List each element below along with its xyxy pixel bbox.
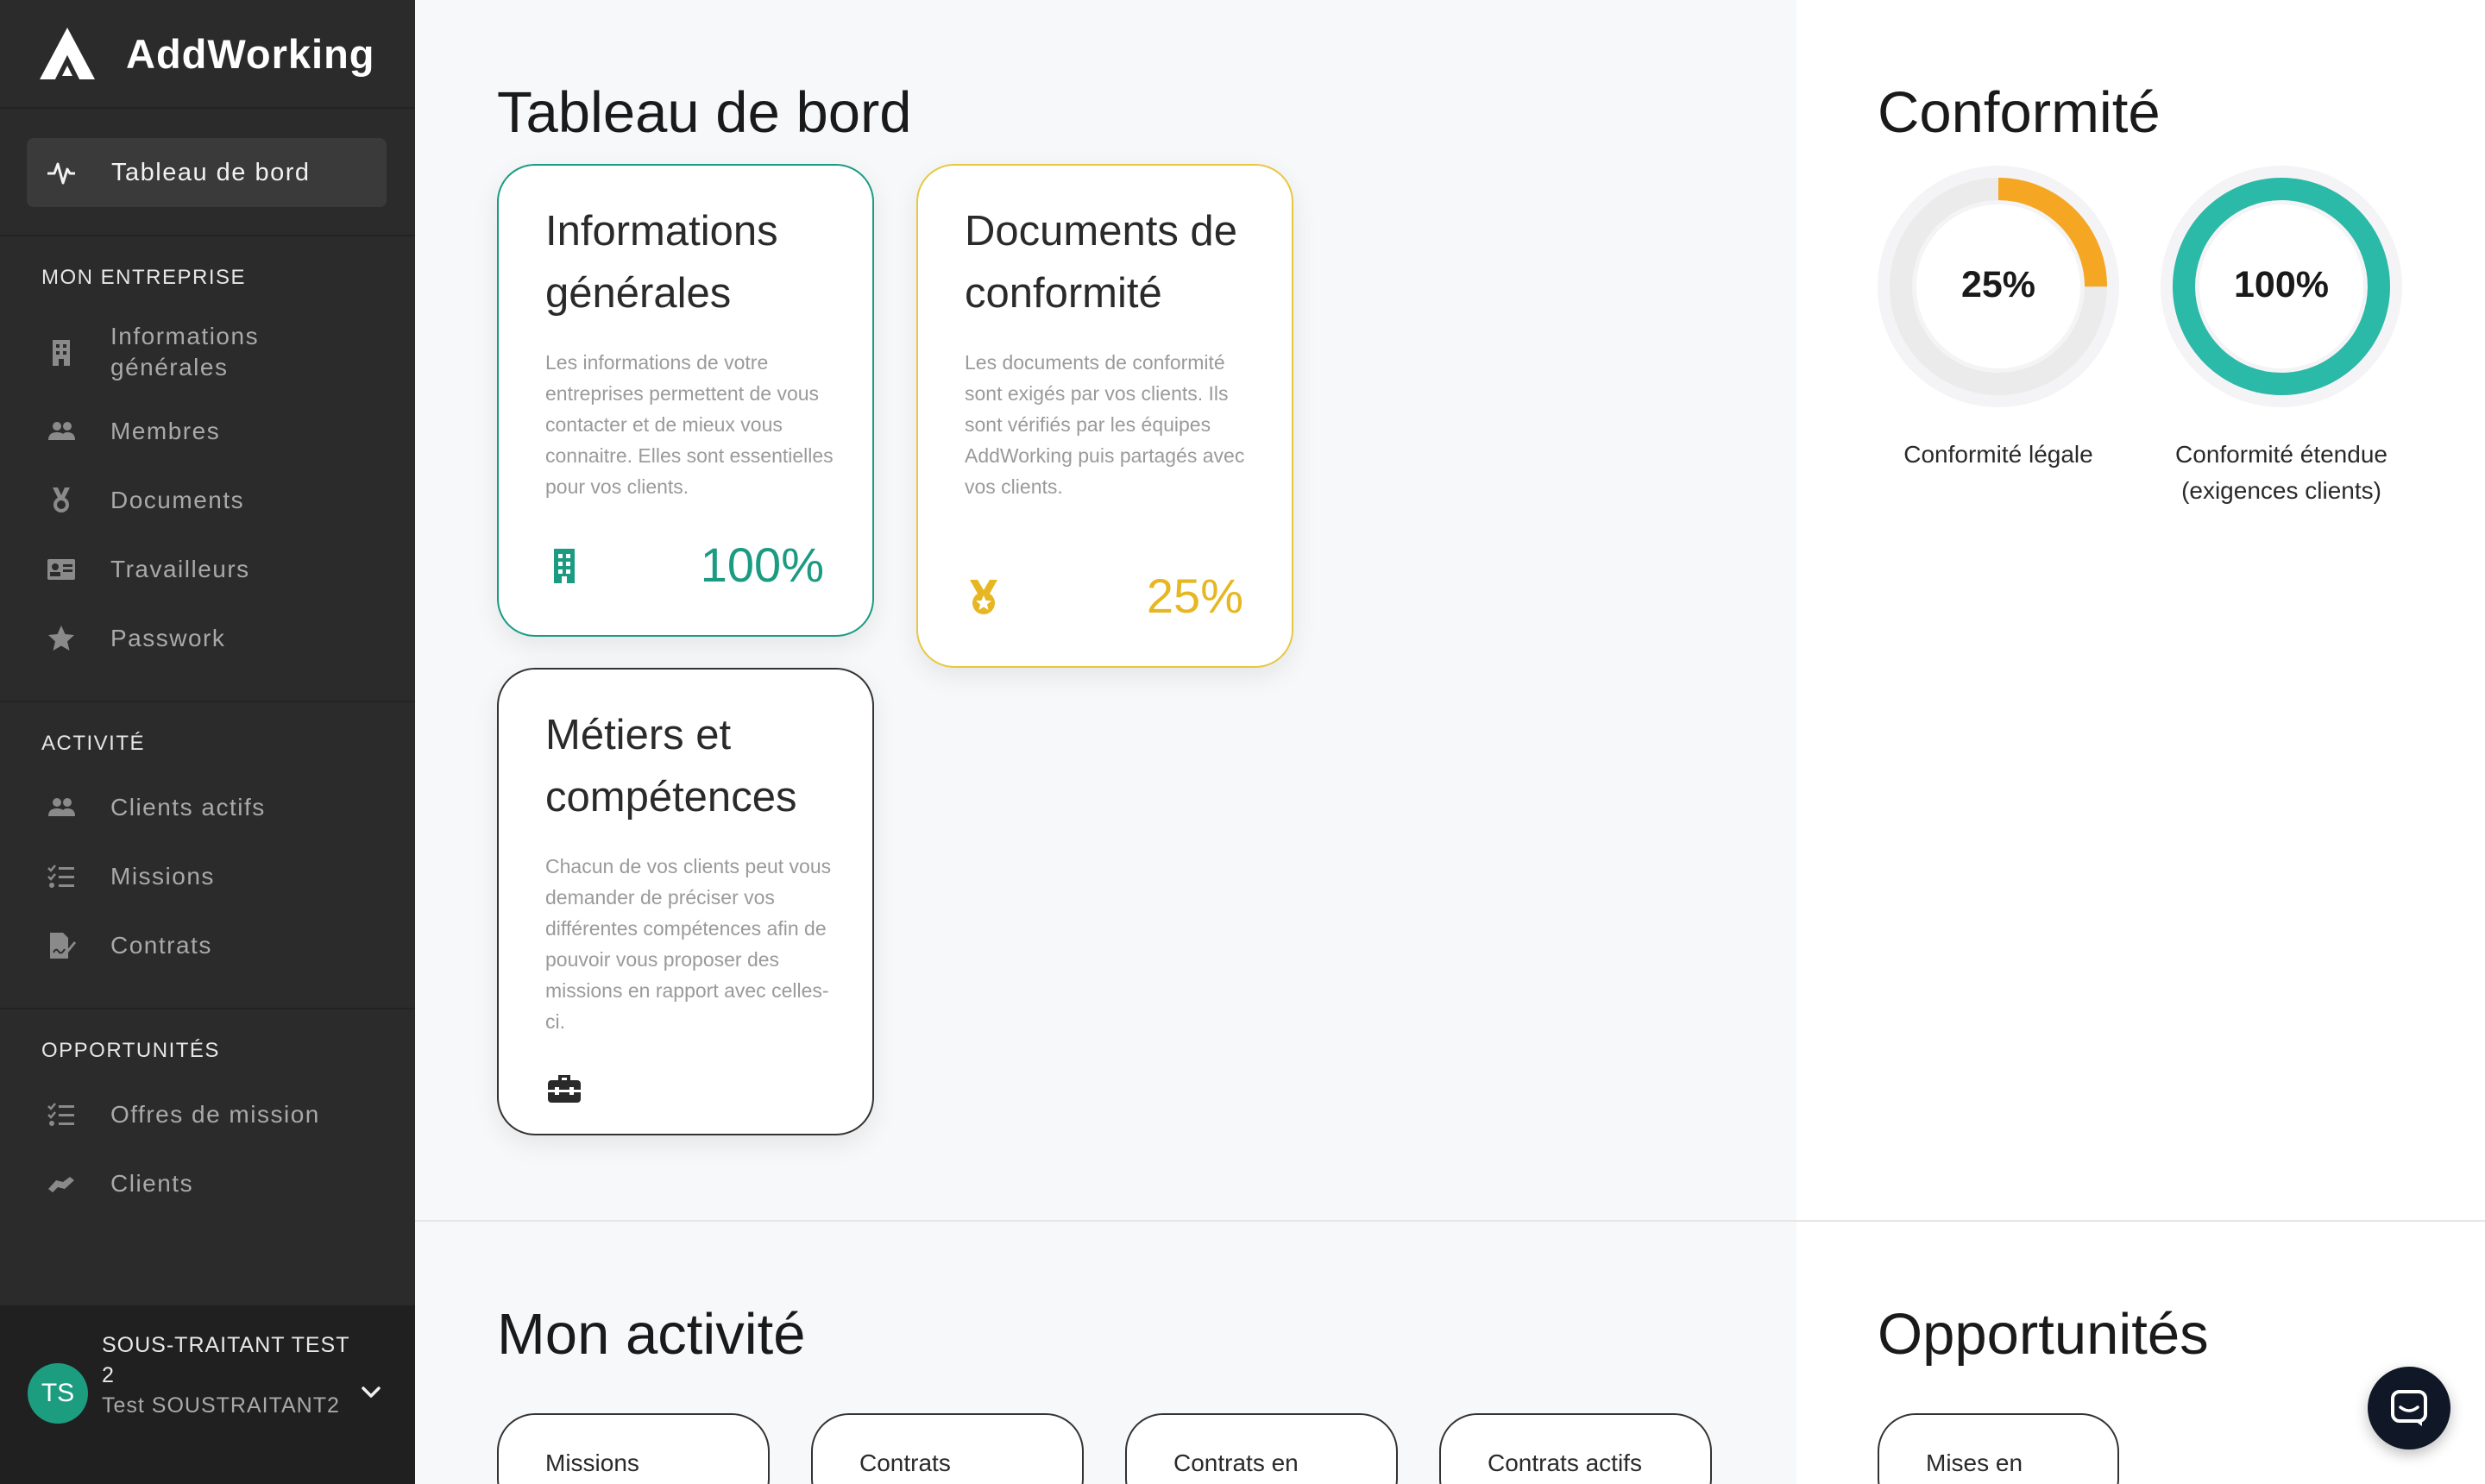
- activity-title: Mon activité: [497, 1302, 806, 1367]
- section-title-company: MON ENTREPRISE: [41, 266, 247, 289]
- heartbeat-icon: [47, 162, 75, 185]
- gauge-legal-value: 25%: [1960, 264, 2036, 305]
- sidebar-item-general-info[interactable]: Informations générales: [41, 321, 395, 383]
- divider: [0, 701, 415, 702]
- id-card-icon: [41, 552, 81, 587]
- gauge-extended-label: Conformité étendue (exigences clients): [2175, 441, 2387, 504]
- compliance-title: Conformité: [1878, 80, 2161, 145]
- sidebar-item-label: Offres de mission: [110, 1101, 320, 1128]
- avatar[interactable]: TS: [28, 1363, 88, 1424]
- page-title: Tableau de bord: [497, 80, 912, 145]
- sidebar-item-missions[interactable]: Missions: [41, 859, 395, 894]
- sidebar-item-label: Tableau de bord: [111, 158, 311, 186]
- activity-card-label: Contrats: [859, 1449, 951, 1476]
- section-title-opportunities: OPPORTUNITÉS: [41, 1039, 220, 1062]
- file-signature-icon: [41, 928, 81, 963]
- activity-card-contracts[interactable]: Contrats: [811, 1413, 1084, 1484]
- sidebar-item-workers[interactable]: Travailleurs: [41, 552, 395, 587]
- sidebar-item-label: Contrats: [110, 932, 212, 959]
- activity-card-label: Missions: [545, 1449, 639, 1476]
- card-general-info[interactable]: Informations générales Les informations …: [497, 164, 874, 637]
- card-title: Métiers et compétences: [545, 712, 797, 821]
- user-name: Test SOUSTRAITANT2: [102, 1393, 340, 1418]
- brand-header[interactable]: AddWorking: [0, 0, 415, 109]
- card-description: Les documents de conformité sont exigés …: [965, 351, 1245, 498]
- card-skills[interactable]: Métiers et compétences Chacun de vos cli…: [497, 668, 874, 1135]
- users-icon: [41, 414, 81, 449]
- sidebar-item-contracts[interactable]: Contrats: [41, 928, 395, 963]
- card-title: Documents de conformité: [965, 208, 1237, 317]
- sidebar-item-label: Passwork: [110, 625, 226, 651]
- user-info[interactable]: SOUS-TRAITANT TEST 2 Test SOUSTRAITANT2: [102, 1330, 352, 1421]
- sidebar-item-label: Clients actifs: [110, 794, 266, 821]
- toolbox-icon: [548, 1075, 581, 1103]
- users-icon: [41, 790, 81, 825]
- card-description: Les informations de votre entreprises pe…: [545, 351, 834, 498]
- activity-card-missions[interactable]: Missions: [497, 1413, 770, 1484]
- sidebar-item-label: Missions: [110, 863, 215, 890]
- brand-name: AddWorking: [126, 30, 375, 77]
- sidebar-item-documents[interactable]: Documents: [41, 483, 395, 518]
- addworking-logo-icon: [40, 28, 95, 79]
- sidebar: AddWorking Tableau de bord MON ENTREPRIS…: [0, 0, 415, 1484]
- sidebar-item-members[interactable]: Membres: [41, 414, 395, 449]
- divider: [0, 1008, 415, 1009]
- medal-icon: [41, 483, 81, 518]
- sidebar-item-label: Travailleurs: [110, 556, 250, 582]
- star-icon: [41, 621, 81, 656]
- sidebar-item-label: Membres: [110, 418, 221, 444]
- divider: [0, 235, 415, 236]
- card-description: Chacun de vos clients peut vous demander…: [545, 855, 832, 1033]
- sidebar-item-label: Documents: [110, 487, 245, 513]
- sidebar-item-dashboard[interactable]: Tableau de bord: [27, 138, 387, 207]
- card-percent: 25%: [1146, 569, 1243, 623]
- handshake-icon: [41, 1166, 81, 1201]
- building-icon: [41, 335, 81, 369]
- divider: [415, 1220, 2485, 1222]
- activity-card-label: Contrats en: [1173, 1449, 1299, 1476]
- sidebar-item-passwork[interactable]: Passwork: [41, 621, 395, 656]
- tasks-icon: [41, 859, 81, 894]
- sidebar-item-label: Clients: [110, 1170, 194, 1197]
- chat-icon: [2391, 1390, 2427, 1426]
- activity-card-active-contracts[interactable]: Contrats actifs: [1439, 1413, 1712, 1484]
- activity-card-label: Contrats actifs: [1488, 1449, 1642, 1476]
- card-title: Informations générales: [545, 208, 778, 317]
- card-percent: 100%: [700, 538, 824, 592]
- sidebar-item-label: Informations générales: [110, 323, 260, 380]
- sidebar-item-mission-offers[interactable]: Offres de mission: [41, 1097, 395, 1132]
- chevron-down-icon[interactable]: [357, 1379, 385, 1406]
- opportunity-card[interactable]: Mises en: [1878, 1413, 2119, 1484]
- card-compliance-documents[interactable]: Documents de conformité Les documents de…: [916, 164, 1293, 668]
- chat-launcher-button[interactable]: [2368, 1367, 2450, 1449]
- activity-card-contracts-pending[interactable]: Contrats en: [1125, 1413, 1398, 1484]
- user-company: SOUS-TRAITANT TEST 2: [102, 1333, 350, 1387]
- gauge-extended-value: 100%: [2234, 264, 2329, 305]
- section-title-activity: ACTIVITÉ: [41, 732, 146, 755]
- building-icon: [554, 549, 575, 583]
- opportunity-card-label: Mises en: [1926, 1449, 2023, 1476]
- opportunities-title: Opportunités: [1878, 1302, 2209, 1367]
- sidebar-item-clients[interactable]: Clients: [41, 1166, 395, 1201]
- medal-icon: [970, 580, 997, 614]
- tasks-icon: [41, 1097, 81, 1132]
- gauge-legal-label: Conformité légale: [1903, 441, 2093, 468]
- sidebar-item-active-clients[interactable]: Clients actifs: [41, 790, 395, 825]
